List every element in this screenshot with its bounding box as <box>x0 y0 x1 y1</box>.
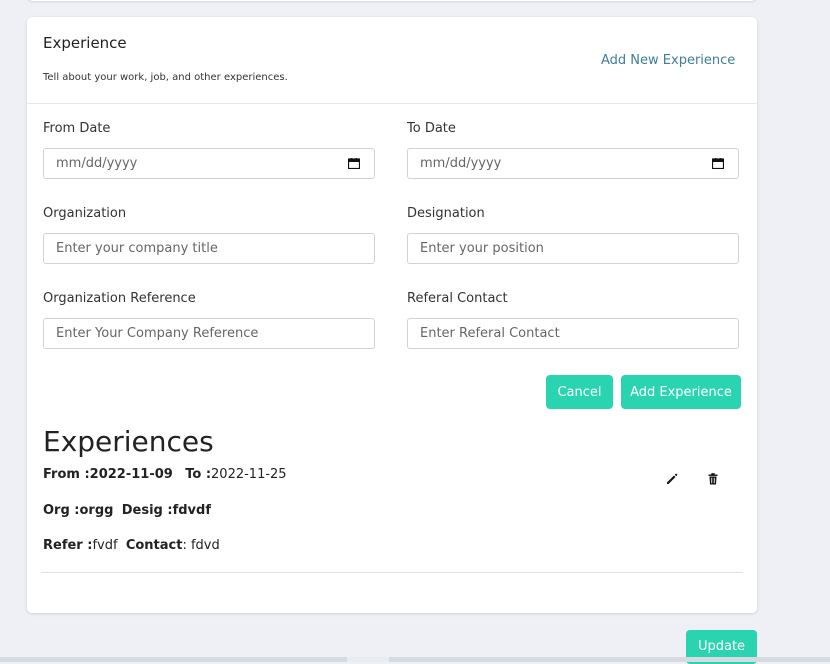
trash-icon[interactable] <box>706 472 720 486</box>
from-label: From : <box>43 467 90 482</box>
desig-label: Desig : <box>121 503 173 518</box>
organization-reference-input[interactable] <box>44 319 374 348</box>
to-date-field[interactable] <box>407 148 739 179</box>
cancel-button[interactable]: Cancel <box>546 375 613 409</box>
to-date-label: To Date <box>407 121 456 136</box>
desig-value: fdvdf <box>172 503 211 518</box>
add-new-experience-link[interactable]: Add New Experience <box>601 53 735 68</box>
calendar-icon[interactable] <box>348 158 360 169</box>
designation-label: Designation <box>407 206 485 221</box>
designation-input[interactable] <box>408 234 738 263</box>
to-value: 2022-11-25 <box>211 467 287 482</box>
card-title: Experience <box>43 34 127 52</box>
from-date-label: From Date <box>43 121 111 136</box>
add-experience-button[interactable]: Add Experience <box>621 375 741 409</box>
to-label: To : <box>185 467 212 482</box>
experience-reference: Refer :fvdf Contact: fdvd <box>43 538 220 553</box>
calendar-icon[interactable] <box>712 158 724 169</box>
designation-field[interactable] <box>407 233 739 264</box>
contact-value: : fdvd <box>182 538 220 553</box>
refer-value: fvdf <box>92 538 118 553</box>
experience-org: Org :orgg Desig :fdvdf <box>43 503 211 518</box>
card-header: Experience Tell about your work, job, an… <box>27 17 757 104</box>
experience-divider <box>41 572 743 573</box>
organization-reference-label: Organization Reference <box>43 291 196 306</box>
experience-card: Experience Tell about your work, job, an… <box>27 17 757 613</box>
org-value: orgg <box>79 503 114 518</box>
pencil-icon[interactable] <box>665 472 679 486</box>
card-subtitle: Tell about your work, job, and other exp… <box>43 72 288 83</box>
refer-label: Refer : <box>43 538 93 553</box>
from-date-input[interactable] <box>44 149 374 178</box>
previous-card-edge <box>27 0 757 1</box>
org-label: Org : <box>43 503 80 518</box>
from-value: 2022-11-09 <box>89 467 173 482</box>
referral-contact-input[interactable] <box>408 319 738 348</box>
organization-field[interactable] <box>43 233 375 264</box>
scrollbar-thumb[interactable] <box>347 657 389 662</box>
experience-dates: From :2022-11-09 To :2022-11-25 <box>43 467 287 482</box>
contact-label: Contact <box>125 538 183 553</box>
horizontal-scrollbar[interactable] <box>0 657 830 662</box>
organization-label: Organization <box>43 206 127 221</box>
organization-reference-field[interactable] <box>43 318 375 349</box>
organization-input[interactable] <box>44 234 374 263</box>
experiences-heading: Experiences <box>43 425 214 458</box>
referral-contact-label: Referal Contact <box>407 291 508 306</box>
to-date-input[interactable] <box>408 149 738 178</box>
referral-contact-field[interactable] <box>407 318 739 349</box>
from-date-field[interactable] <box>43 148 375 179</box>
